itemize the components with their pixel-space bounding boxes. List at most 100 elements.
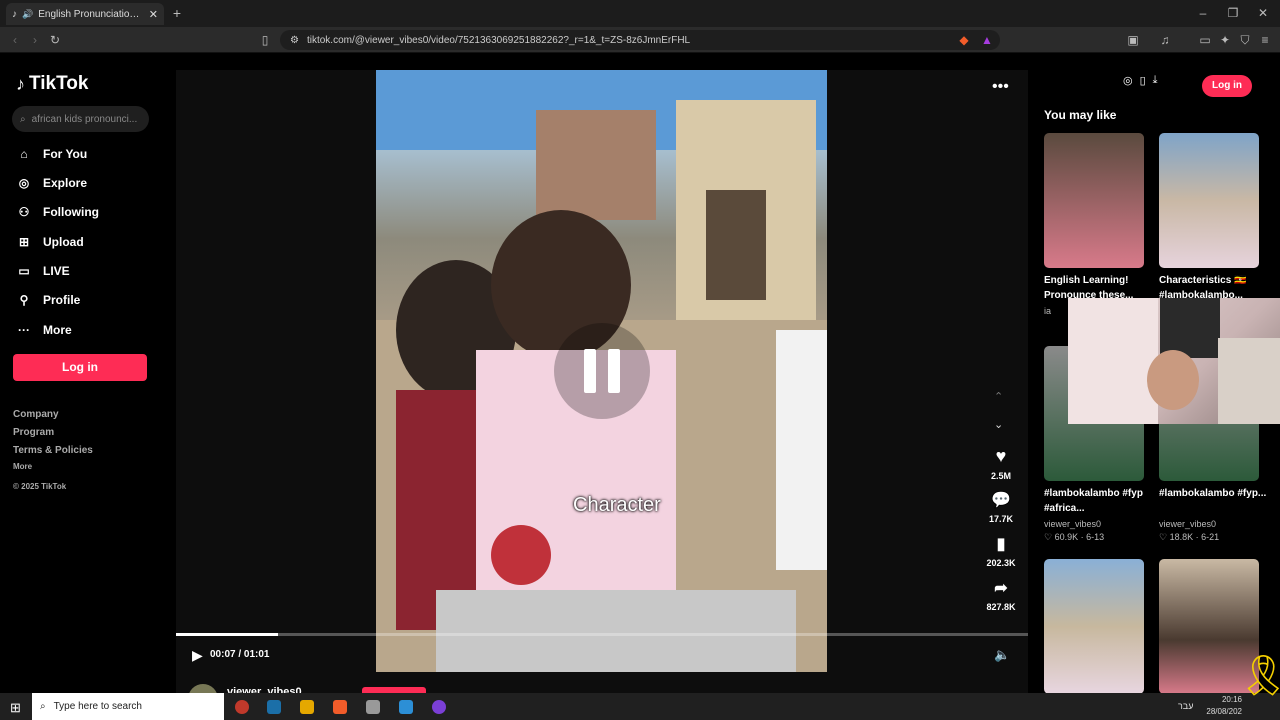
sidebar-item-more[interactable]: ··· More [16, 320, 72, 340]
minimize-icon[interactable]: – [1196, 6, 1210, 20]
tab-title: English Pronunciation Tips wi [38, 8, 144, 20]
recommendation-title[interactable]: #lambokalambo #fyp #africa... [1044, 486, 1154, 516]
comment-count: 17.7K [988, 514, 1014, 524]
new-tab-button[interactable]: + [170, 6, 184, 20]
video-player[interactable]: Character ••• ⌃ ⌄ ♥ 2.5M 💬 17.7K ▮ 202.3… [176, 70, 1028, 693]
sidebar-item-label: LIVE [43, 264, 70, 278]
rewards-icon[interactable]: ▲ [980, 33, 994, 47]
volume-icon[interactable]: 🔈 [994, 647, 1010, 663]
recommendation-thumbnail[interactable] [1044, 559, 1144, 694]
sidebar-item-label: Upload [43, 235, 84, 249]
more-icon: ··· [18, 323, 30, 337]
file-explorer-icon[interactable] [300, 700, 314, 714]
clock-time: 20:16 [1221, 695, 1242, 704]
taskbar-search-text: Type here to search [53, 701, 142, 712]
taskbar-app-icon[interactable] [235, 700, 249, 714]
menu-icon[interactable]: ≡ [1258, 33, 1272, 47]
steam-icon[interactable] [267, 700, 281, 714]
recommendation-author[interactable]: viewer_vibes0 [1159, 519, 1216, 529]
footer-program-link[interactable]: Program [13, 427, 54, 438]
sidebar-item-label: Explore [43, 176, 88, 190]
tiktok-favicon-icon: ♪ [12, 8, 17, 20]
bookmark-icon[interactable]: ▯ [258, 33, 272, 47]
site-settings-icon[interactable]: ⚙ [290, 35, 299, 46]
footer-terms-link[interactable]: Terms & Policies [13, 445, 93, 456]
url-text: tiktok.com/@viewer_vibes0/video/75213630… [306, 34, 691, 46]
url-field[interactable]: ⚙ tiktok.com/@viewer_vibes0/video/752136… [280, 30, 1000, 50]
taskbar-clock[interactable]: 20:16 28/08/202 [1196, 694, 1242, 718]
forward-icon[interactable]: › [28, 33, 42, 47]
sidebar-item-live[interactable]: ▭ LIVE [16, 261, 70, 281]
recommendation-title[interactable]: #lambokalambo #fyp... [1159, 486, 1269, 501]
brave-shield-icon[interactable]: ◆ [957, 33, 971, 47]
more-options-icon[interactable]: ••• [992, 78, 1009, 96]
comment-action[interactable]: 💬 17.7K [986, 490, 1016, 524]
heart-outline-icon: ♡ [1044, 532, 1053, 542]
recommendation-thumbnail[interactable] [1044, 133, 1144, 268]
like-action[interactable]: ♥ 2.5M [986, 446, 1016, 481]
login-button[interactable]: Log in [13, 354, 147, 381]
search-input[interactable]: ⌕ african kids pronounci... [12, 106, 149, 132]
taskbar-app-icon[interactable] [399, 700, 413, 714]
heart-icon: ♥ [995, 446, 1007, 466]
brave-icon[interactable] [333, 700, 347, 714]
share-icon: ➦ [994, 580, 1008, 597]
windows-taskbar: ⊞ ⌕ Type here to search עבר [0, 693, 1280, 720]
windows-start-icon[interactable]: ⊞ [10, 700, 21, 716]
sidebar-item-label: For You [43, 147, 88, 161]
sidebar-item-label: More [43, 323, 72, 337]
tiktok-note-icon: ♪ [16, 73, 25, 94]
media-icon[interactable]: ♫ [1158, 33, 1172, 47]
reload-icon[interactable]: ↻ [48, 33, 62, 47]
tiktok-logo[interactable]: ♪ TikTok [16, 73, 88, 95]
device-icon[interactable]: ▯ [1140, 74, 1146, 87]
taskbar-app-icon[interactable] [432, 700, 446, 714]
close-window-icon[interactable]: ✕ [1256, 6, 1270, 20]
live-icon: ▭ [18, 264, 30, 278]
browser-tab-bar: ♪ 🔊 English Pronunciation Tips wi ✕ + – … [0, 0, 1280, 27]
copyright-text: © 2025 TikTok [13, 482, 67, 491]
sidebar-toggle-icon[interactable]: ▣ [1126, 33, 1140, 47]
sidebar-item-explore[interactable]: ◎ Explore [16, 173, 87, 193]
close-tab-icon[interactable]: ✕ [149, 8, 158, 21]
share-action[interactable]: ➦ 827.8K [986, 578, 1016, 612]
logo-text: TikTok [29, 73, 89, 94]
browser-tab[interactable]: ♪ 🔊 English Pronunciation Tips wi ✕ [6, 3, 164, 25]
taskbar-search-input[interactable]: ⌕ Type here to search [32, 693, 224, 720]
download-icon[interactable]: ⤓ [1153, 74, 1158, 87]
video-caption: Character [573, 494, 661, 516]
vpn-icon[interactable]: ⛉ [1238, 33, 1252, 47]
language-indicator[interactable]: עבר [1178, 701, 1193, 711]
sidebar-item-label: Profile [43, 293, 81, 307]
back-icon[interactable]: ‹ [8, 33, 22, 47]
play-icon[interactable]: ▶ [192, 647, 203, 664]
sidebar-item-label: Following [43, 205, 99, 219]
sidebar-item-following[interactable]: ⚇ Following [16, 202, 99, 222]
footer-company-link[interactable]: Company [13, 409, 59, 420]
compass-icon: ◎ [18, 176, 30, 190]
recommendation-author[interactable]: ia [1044, 306, 1051, 316]
search-icon: ⌕ [20, 113, 26, 125]
header-login-button[interactable]: Log in [1202, 75, 1252, 97]
previous-video-icon[interactable]: ⌃ [994, 390, 1003, 403]
recommendation-author[interactable]: viewer_vibes0 [1044, 519, 1101, 529]
ai-icon[interactable]: ✦ [1218, 33, 1232, 47]
sidebar-item-profile[interactable]: ⚲ Profile [16, 290, 81, 310]
coin-icon[interactable]: ◎ [1123, 74, 1133, 87]
recommendation-stats: ♡ 18.8K · 6-21 [1159, 532, 1219, 543]
sidebar-item-for-you[interactable]: ⌂ For You [16, 144, 87, 164]
next-video-icon[interactable]: ⌄ [994, 418, 1003, 431]
pause-button[interactable] [554, 323, 650, 419]
save-action[interactable]: ▮ 202.3K [986, 534, 1016, 568]
search-text: african kids pronounci... [31, 113, 138, 125]
footer-more-link[interactable]: More [13, 462, 32, 471]
taskbar-app-icon[interactable] [366, 700, 380, 714]
recommendation-thumbnail[interactable] [1159, 133, 1259, 268]
home-icon: ⌂ [20, 147, 28, 161]
wallet-icon[interactable]: ▭ [1198, 33, 1212, 47]
progress-bar[interactable] [176, 633, 1028, 636]
like-count: 2.5M [990, 471, 1011, 481]
restore-icon[interactable]: ❐ [1226, 6, 1240, 20]
sidebar-item-upload[interactable]: ⊞ Upload [16, 232, 84, 252]
webcam-person-illustration [1068, 298, 1280, 424]
